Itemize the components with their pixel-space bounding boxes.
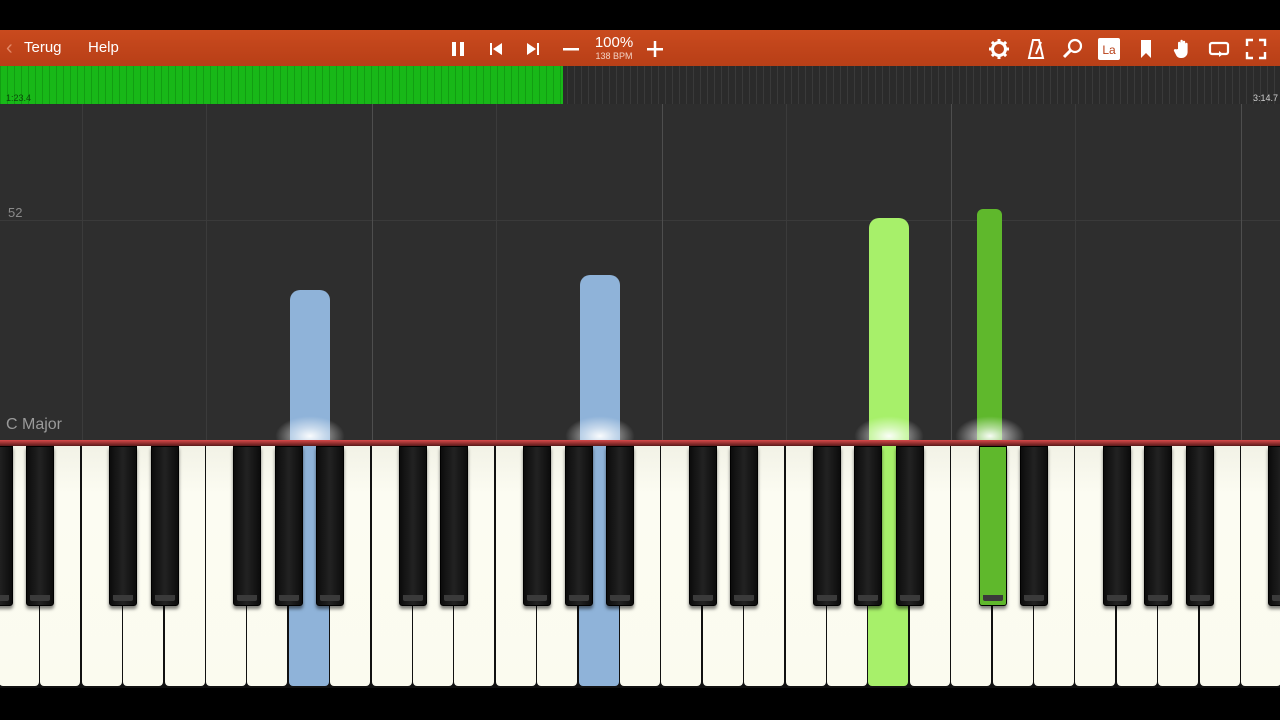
key-signature: C Major [6,416,63,433]
right-hand-note [869,218,909,440]
tempo-percent: 100% [594,34,634,51]
black-key[interactable] [813,446,841,606]
grid-line [496,104,497,440]
black-key[interactable] [150,446,179,606]
labels-icon-text: La [1102,43,1116,57]
back-label: Terug [24,39,62,56]
black-key[interactable] [895,446,924,606]
grid-line [662,104,663,440]
metronome-icon[interactable] [1025,38,1047,60]
black-key[interactable] [606,446,634,606]
tempo-display: 100% 138 BPM [587,35,641,62]
black-key[interactable] [688,446,717,606]
bookmark-icon[interactable] [1135,38,1157,60]
black-key[interactable] [440,446,469,606]
black-key[interactable] [1102,446,1131,606]
help-button[interactable]: Help [88,30,119,66]
minus-icon[interactable] [560,38,582,60]
black-key[interactable] [730,446,759,606]
plus-icon[interactable] [644,38,666,60]
black-key[interactable] [26,446,55,606]
key-hit-glow [955,416,1025,440]
black-key[interactable] [564,446,593,606]
black-key[interactable] [316,446,345,606]
back-button[interactable]: ‹ Terug [4,30,62,66]
grid-line [951,104,952,440]
black-key[interactable] [399,446,427,606]
black-key[interactable] [0,446,13,606]
piano-keyboard [0,446,1280,688]
key-hit-glow [275,416,345,440]
pause-icon[interactable] [447,38,469,60]
loop-icon[interactable] [1208,38,1230,60]
key-hit-glow [854,416,924,440]
song-progress-bar[interactable]: 1:23.4 3:14.7 [0,66,1280,104]
grid-line [206,104,207,440]
note-roll: 52 C Major [0,104,1280,440]
black-key[interactable] [1020,446,1048,606]
progress-fill [0,66,564,104]
black-key[interactable] [854,446,883,606]
black-key[interactable] [109,446,138,606]
grid-line [786,104,787,440]
chevron-left-icon: ‹ [6,37,13,59]
measure-divider [0,220,1280,221]
grid-line [372,104,373,440]
search-icon[interactable] [1062,38,1084,60]
black-key[interactable] [1144,446,1173,606]
right-hand-note [977,209,1002,440]
bottom-bar [0,688,1280,720]
black-key[interactable] [978,446,1007,606]
hand-icon[interactable] [1172,38,1194,60]
black-key[interactable] [1268,446,1280,606]
black-key[interactable] [274,446,303,606]
measure-number: 52 [8,205,23,220]
fullscreen-icon[interactable] [1245,38,1267,60]
black-key[interactable] [523,446,552,606]
key-hit-glow [565,416,635,440]
grid-line [82,104,83,440]
black-key[interactable] [1185,446,1214,606]
labels-icon[interactable]: La [1098,38,1120,60]
elapsed-time: 1:23.4 [6,93,32,103]
gear-icon[interactable] [988,38,1010,60]
total-time: 3:14.7 [1252,93,1278,103]
toolbar: ‹ Terug Help 100% 138 BPM La [0,30,1280,66]
tempo-bpm: 138 BPM [595,51,633,61]
skip-forward-icon[interactable] [522,38,544,60]
skip-back-icon[interactable] [485,38,507,60]
grid-line [1075,104,1076,440]
black-key[interactable] [233,446,262,606]
grid-line [1241,104,1242,440]
